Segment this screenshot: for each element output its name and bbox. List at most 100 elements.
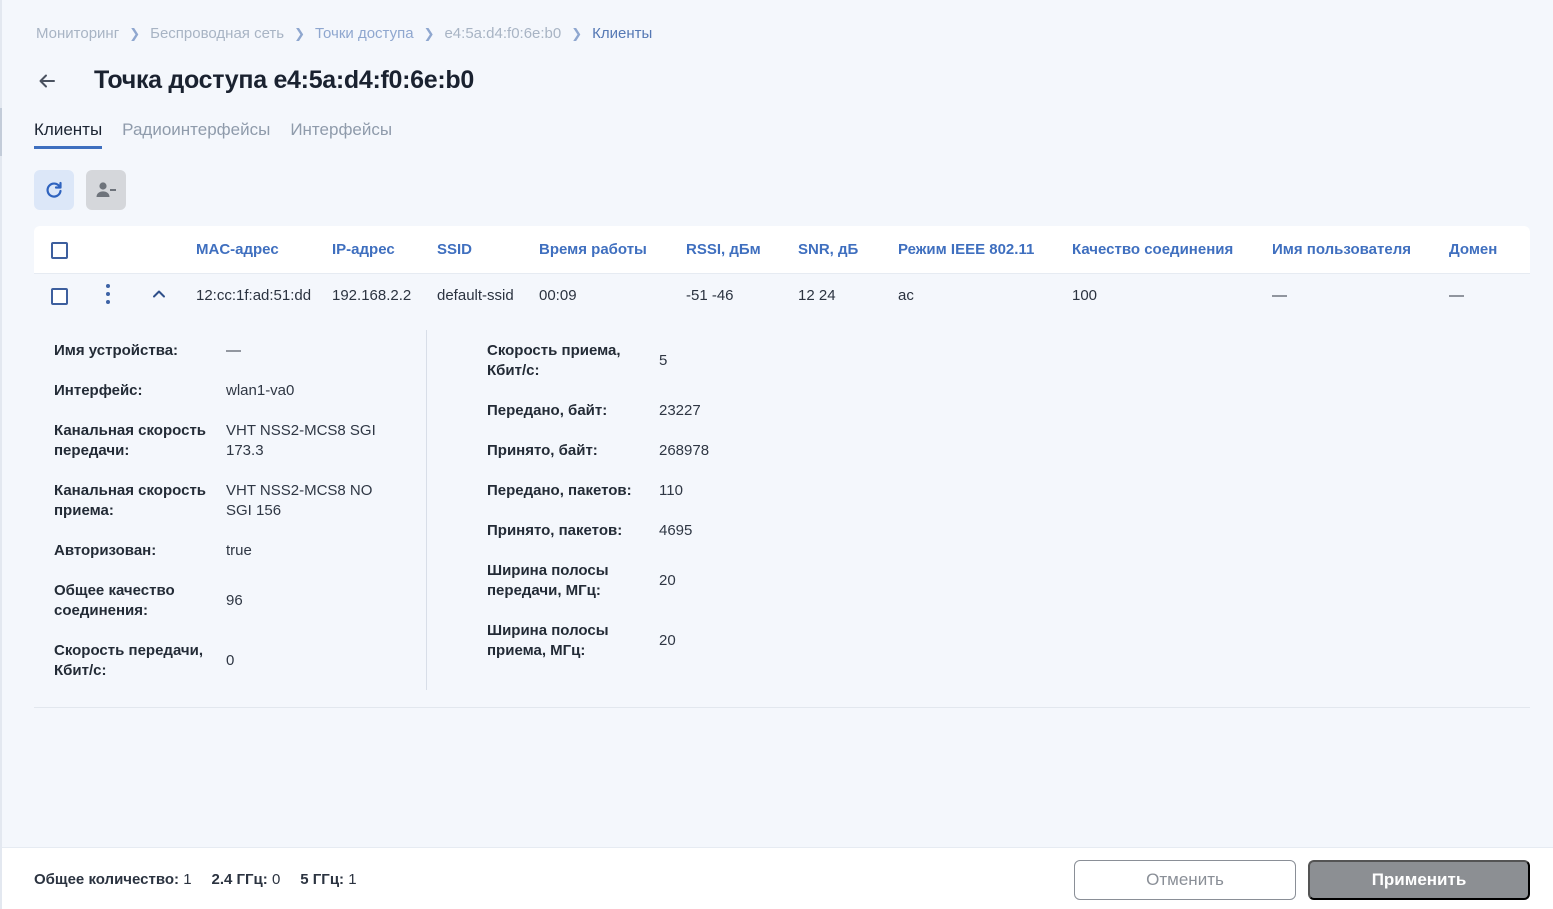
left-edge (0, 0, 2, 909)
detail-label: Скорость приема, Кбит/с: (487, 342, 621, 379)
stat-total-value: 1 (183, 871, 192, 888)
detail-interface: Интерфейс: wlan1-va0 (54, 381, 414, 401)
detail-value: 20 (659, 572, 676, 589)
detail-label: Интерфейс: (54, 382, 143, 399)
detail-label: Канальная скорость передачи: (54, 422, 207, 459)
detail-rx-bandwidth: Ширина полосы приема, МГц: 20 (487, 621, 847, 661)
breadcrumb-wireless[interactable]: Беспроводная сеть (150, 25, 284, 42)
refresh-button[interactable] (34, 170, 74, 210)
client-stats: Общее количество: 1 2.4 ГГц: 0 5 ГГц: 1 (34, 871, 357, 888)
chevron-up-icon (153, 290, 165, 298)
cell-ssid: default-ssid (437, 287, 514, 304)
column-ieee-mode[interactable]: Режим IEEE 802.11 (898, 241, 1034, 258)
stat-total-label: Общее количество: (34, 871, 180, 888)
detail-label: Принято, пакетов: (487, 522, 623, 539)
detail-value: 20 (659, 632, 676, 649)
tab-interfaces[interactable]: Интерфейсы (290, 120, 392, 149)
stat-24ghz: 2.4 ГГц: 0 (212, 871, 281, 888)
column-ip[interactable]: IP-адрес (332, 241, 395, 258)
remove-client-button[interactable] (86, 170, 126, 210)
detail-rx-bytes: Принято, байт: 268978 (487, 441, 847, 461)
detail-value: VHT NSS2-MCS8 NO SGI 156 (226, 482, 373, 519)
detail-rx-packets: Принято, пакетов: 4695 (487, 521, 847, 541)
user-minus-icon (96, 182, 116, 197)
cell-mac: 12:cc:1f:ad:51:dd (196, 287, 312, 304)
footer-bar: Общее количество: 1 2.4 ГГц: 0 5 ГГц: 1 … (2, 847, 1553, 909)
row-checkbox[interactable] (51, 288, 68, 305)
chevron-right-icon: ❯ (294, 25, 306, 41)
detail-overall-quality: Общее качество соединения: 96 (54, 581, 414, 621)
toolbar (34, 170, 126, 210)
column-mac[interactable]: MAC-адрес (196, 241, 279, 258)
detail-label: Скорость передачи, Кбит/с: (54, 642, 204, 679)
detail-tx-bandwidth: Ширина полосы передачи, МГц: 20 (487, 561, 847, 601)
detail-label: Имя устройства: (54, 342, 179, 359)
detail-label: Передано, пакетов: (487, 482, 632, 499)
kebab-menu-icon[interactable] (104, 284, 112, 304)
cell-ip: 192.168.2.2 (332, 287, 412, 304)
detail-label: Канальная скорость приема: (54, 482, 207, 519)
title-row: Точка доступа e4:5a:d4:f0:6e:b0 (36, 66, 474, 95)
arrow-left-icon (39, 74, 55, 87)
column-ssid[interactable]: SSID (437, 241, 472, 258)
breadcrumb-clients: Клиенты (592, 25, 653, 42)
page-title: Точка доступа e4:5a:d4:f0:6e:b0 (94, 66, 474, 94)
cell-rssi: -51 -46 (686, 287, 734, 304)
column-domain[interactable]: Домен (1449, 241, 1497, 258)
detail-rx-rate: Канальная скорость приема: VHT NSS2-MCS8… (54, 481, 414, 521)
column-snr[interactable]: SNR, дБ (798, 241, 858, 258)
cell-snr: 12 24 (798, 287, 836, 304)
cell-username: — (1272, 287, 1287, 304)
detail-value: 268978 (659, 442, 710, 459)
table-header: MAC-адрес IP-адрес SSID Время работы RSS… (34, 226, 1530, 274)
detail-label: Общее качество соединения: (54, 582, 175, 619)
detail-label: Передано, байт: (487, 402, 608, 419)
stat-5ghz-value: 1 (348, 871, 357, 888)
chevron-right-icon: ❯ (129, 25, 141, 41)
detail-value: wlan1-va0 (226, 382, 295, 399)
column-quality[interactable]: Качество соединения (1072, 241, 1233, 258)
breadcrumb-monitoring[interactable]: Мониторинг (36, 25, 119, 42)
detail-value: 4695 (659, 522, 693, 539)
refresh-icon (46, 181, 62, 198)
detail-tx-rate: Канальная скорость передачи: VHT NSS2-MC… (54, 421, 414, 461)
column-username[interactable]: Имя пользователя (1272, 241, 1411, 258)
column-uptime[interactable]: Время работы (539, 241, 647, 258)
cancel-button[interactable]: Отменить (1074, 860, 1296, 900)
chevron-right-icon: ❯ (571, 25, 583, 41)
detail-value: 23227 (659, 402, 701, 419)
table-row[interactable]: 12:cc:1f:ad:51:dd 192.168.2.2 default-ss… (34, 274, 1530, 320)
detail-value: VHT NSS2-MCS8 SGI 173.3 (226, 422, 376, 459)
cell-uptime: 00:09 (539, 287, 577, 304)
breadcrumb-access-points[interactable]: Точки доступа (315, 25, 414, 42)
detail-tx-packets: Передано, пакетов: 110 (487, 481, 847, 501)
tab-radio-interfaces[interactable]: Радиоинтерфейсы (122, 120, 270, 149)
tab-clients[interactable]: Клиенты (34, 120, 103, 149)
client-details-panel: Имя устройства: — Интерфейс: wlan1-va0 К… (34, 330, 1530, 708)
detail-authorized: Авторизован: true (54, 541, 414, 561)
cell-domain: — (1449, 287, 1464, 304)
detail-tx-speed: Скорость передачи, Кбит/с: 0 (54, 641, 414, 681)
detail-value: 110 (659, 482, 683, 499)
detail-label: Авторизован: (54, 542, 157, 559)
stat-24ghz-value: 0 (271, 871, 281, 888)
cell-quality: 100 (1072, 287, 1098, 304)
collapse-row-button[interactable] (151, 286, 167, 302)
detail-tx-bytes: Передано, байт: 23227 (487, 401, 847, 421)
back-button[interactable] (36, 70, 58, 92)
tabs: Клиенты Радиоинтерфейсы Интерфейсы (34, 120, 392, 149)
detail-label: Ширина полосы передачи, МГц: (487, 562, 609, 599)
detail-device-name: Имя устройства: — (54, 341, 414, 361)
cell-ieee-mode: ac (898, 287, 914, 304)
detail-value: true (226, 542, 252, 559)
detail-label: Ширина полосы приема, МГц: (487, 622, 609, 659)
breadcrumb: Мониторинг ❯ Беспроводная сеть ❯ Точки д… (36, 25, 652, 42)
column-rssi[interactable]: RSSI, дБм (686, 241, 761, 258)
details-divider (426, 330, 427, 690)
detail-value: 96 (226, 592, 243, 609)
select-all-checkbox[interactable] (51, 242, 68, 259)
breadcrumb-access-point[interactable]: e4:5a:d4:f0:6e:b0 (444, 25, 561, 42)
apply-button[interactable]: Применить (1308, 860, 1530, 900)
stat-5ghz-label: 5 ГГц: (300, 871, 345, 888)
detail-value: — (226, 342, 241, 359)
